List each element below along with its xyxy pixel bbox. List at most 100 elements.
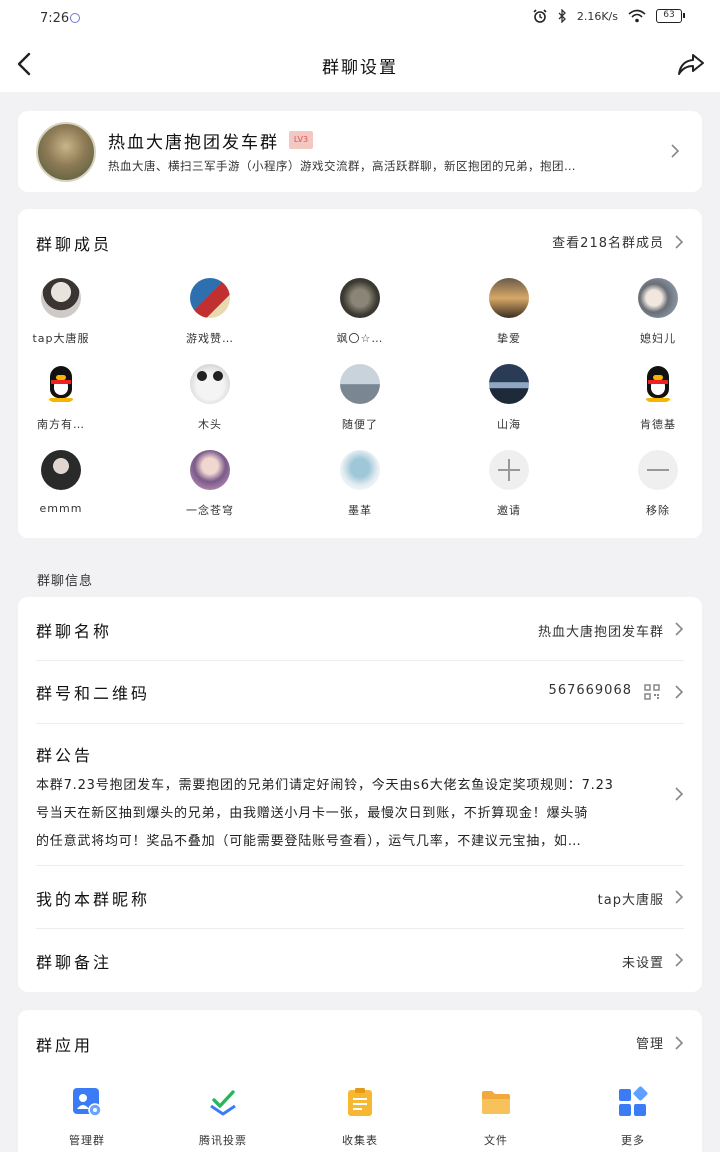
- members-title: 群聊成员: [36, 235, 113, 254]
- view-all-members-link[interactable]: 查看218名群成员: [552, 232, 664, 251]
- group-info-card: 群聊名称 热血大唐抱团发车群 群号和二维码 567669068 群公告 本群7.…: [18, 597, 702, 992]
- member-item[interactable]: 南方有…: [11, 364, 111, 432]
- chevron-right-icon: [671, 144, 680, 158]
- member-avatar: [41, 278, 81, 318]
- invite-member-button[interactable]: 邀请: [459, 450, 559, 518]
- member-name: 游戏赞…: [186, 332, 234, 345]
- group-notice-label: 群公告: [36, 746, 94, 765]
- app-files[interactable]: 文件: [441, 1086, 551, 1148]
- qq-penguin-avatar: [638, 364, 678, 404]
- chevron-right-icon: [675, 622, 684, 636]
- nav-bar: 群聊设置: [0, 38, 720, 92]
- invite-label: 邀请: [497, 504, 521, 517]
- member-avatar: [190, 450, 230, 490]
- group-apps-card: 群应用 管理 管理群 腾讯投票 收集表 文件 更多: [18, 1010, 702, 1152]
- member-avatar: [190, 364, 230, 404]
- member-item[interactable]: 挚爱: [459, 278, 559, 346]
- app-label: 更多: [621, 1134, 645, 1147]
- group-profile-card[interactable]: 热血大唐抱团发车群 LV3 热血大唐、横扫三军手游（小程序）游戏交流群，高活跃群…: [18, 111, 702, 192]
- member-name: 飒〇☆…: [336, 332, 384, 345]
- qr-code-icon[interactable]: [644, 684, 660, 700]
- folder-icon: [482, 1091, 510, 1114]
- plus-icon: [489, 450, 529, 490]
- member-avatar: [41, 450, 81, 490]
- info-section-label: 群聊信息: [37, 574, 94, 589]
- member-item[interactable]: emmm: [11, 450, 111, 515]
- chevron-right-icon: [675, 235, 684, 249]
- manage-apps-link[interactable]: 管理: [636, 1033, 664, 1052]
- app-label: 腾讯投票: [199, 1134, 247, 1147]
- members-card: 群聊成员 查看218名群成员 tap大唐服 游戏赞… 飒〇☆… 挚爱 媳妇儿 南…: [18, 209, 702, 538]
- group-name-label: 群聊名称: [36, 622, 113, 641]
- member-item[interactable]: 随便了: [310, 364, 410, 432]
- member-name: 随便了: [342, 418, 378, 431]
- chevron-right-icon: [675, 787, 684, 801]
- member-name: 挚爱: [497, 332, 521, 345]
- member-item[interactable]: 飒〇☆…: [310, 278, 410, 346]
- member-name: tap大唐服: [32, 332, 90, 345]
- group-number-label: 群号和二维码: [36, 684, 151, 703]
- member-name: 木头: [198, 418, 222, 431]
- member-item[interactable]: 山海: [459, 364, 559, 432]
- status-indicators: 2.16K/s 63: [533, 9, 685, 23]
- group-avatar: [36, 122, 96, 182]
- member-item[interactable]: 一念苍穹: [160, 450, 260, 518]
- member-name: 肯德基: [640, 418, 676, 431]
- vote-icon: [210, 1090, 236, 1116]
- notice-line: 的任意武将均可！奖品不叠加（可能需要登陆账号查看），运气几率，不建议元宝抽，如…: [36, 834, 582, 849]
- notice-line: 本群7.23号抱团发车，需要抱团的兄弟们请定好闹铃，今天由s6大佬玄鱼设定奖项规…: [36, 778, 614, 793]
- group-remark-value: 未设置: [621, 956, 664, 971]
- bluetooth-icon: [558, 9, 566, 23]
- member-item[interactable]: 媳妇儿: [608, 278, 708, 346]
- battery-indicator: 63: [656, 9, 685, 23]
- group-number-row[interactable]: 群号和二维码 567669068: [18, 661, 702, 723]
- notice-line: 号当天在新区抽到爆头的兄弟，由我赠送小月卡一张，最慢次日到账，不折算现金！爆头骑: [36, 806, 589, 821]
- member-item[interactable]: 肯德基: [608, 364, 708, 432]
- member-name: 一念苍穹: [186, 504, 234, 517]
- member-item[interactable]: 木头: [160, 364, 260, 432]
- member-item[interactable]: tap大唐服: [11, 278, 111, 346]
- chevron-right-icon: [675, 953, 684, 967]
- app-label: 管理群: [69, 1134, 105, 1147]
- app-more[interactable]: 更多: [578, 1086, 688, 1148]
- member-item[interactable]: 墨革: [310, 450, 410, 518]
- app-group-manage[interactable]: 管理群: [32, 1086, 142, 1148]
- apps-title: 群应用: [36, 1036, 94, 1055]
- member-name: emmm: [39, 502, 83, 515]
- status-bar: 7:26 2.16K/s 63: [0, 0, 720, 38]
- member-avatar: [340, 364, 380, 404]
- member-name: 南方有…: [37, 418, 85, 431]
- group-level-badge: LV3: [289, 131, 313, 149]
- chevron-right-icon: [675, 890, 684, 904]
- member-avatar: [489, 364, 529, 404]
- member-avatar: [340, 278, 380, 318]
- minus-icon: [638, 450, 678, 490]
- remove-label: 移除: [646, 504, 670, 517]
- group-name-value: 热血大唐抱团发车群: [537, 625, 664, 640]
- chevron-right-icon: [675, 1036, 684, 1050]
- my-nickname-row[interactable]: 我的本群昵称 tap大唐服: [18, 866, 702, 929]
- group-notice-text: 本群7.23号抱团发车，需要抱团的兄弟们请定好闹铃，今天由s6大佬玄鱼设定奖项规…: [36, 772, 668, 856]
- group-remark-row[interactable]: 群聊备注 未设置: [18, 929, 702, 992]
- member-avatar: [489, 278, 529, 318]
- member-item[interactable]: 游戏赞…: [160, 278, 260, 346]
- more-apps-icon: [619, 1086, 648, 1116]
- member-name: 媳妇儿: [640, 332, 676, 345]
- app-form[interactable]: 收集表: [305, 1086, 415, 1148]
- member-name: 墨革: [348, 504, 372, 517]
- share-icon[interactable]: [676, 50, 706, 78]
- qq-penguin-avatar: [41, 364, 81, 404]
- group-manage-icon: [73, 1088, 102, 1117]
- remove-member-button[interactable]: 移除: [608, 450, 708, 518]
- app-label: 收集表: [342, 1134, 378, 1147]
- group-name-row[interactable]: 群聊名称 热血大唐抱团发车群: [18, 597, 702, 660]
- app-tencent-vote[interactable]: 腾讯投票: [168, 1086, 278, 1148]
- app-label: 文件: [484, 1134, 508, 1147]
- page-title: 群聊设置: [322, 58, 398, 78]
- group-remark-label: 群聊备注: [36, 953, 113, 972]
- my-nickname-value: tap大唐服: [597, 893, 664, 908]
- member-avatar: [638, 278, 678, 318]
- my-nickname-label: 我的本群昵称: [36, 890, 151, 909]
- alarm-icon: [533, 9, 547, 23]
- group-number-value: 567669068: [548, 683, 632, 698]
